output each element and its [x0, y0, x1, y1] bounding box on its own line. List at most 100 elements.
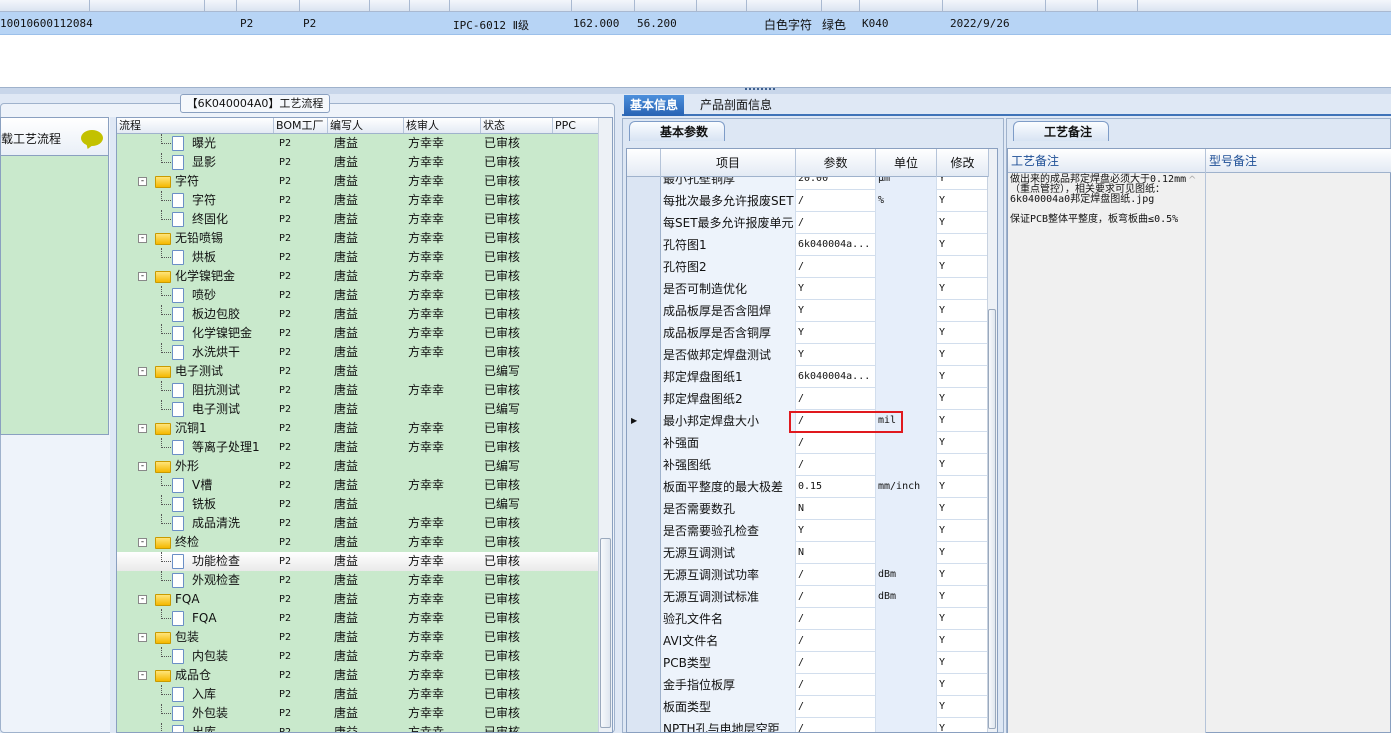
tree-leaf-row[interactable]: 功能检查 P2 唐益 方幸幸 已审核	[117, 552, 599, 571]
param-value[interactable]: /	[796, 696, 876, 718]
row-header[interactable]	[627, 718, 661, 732]
tree-folder-row[interactable]: - FQA P2 唐益 方幸幸 已审核	[117, 590, 599, 609]
param-value[interactable]: /	[796, 564, 876, 586]
row-header[interactable]	[627, 432, 661, 454]
param-editable[interactable]: Y	[937, 234, 989, 256]
row-header[interactable]	[627, 608, 661, 630]
param-unit[interactable]: %	[876, 190, 937, 212]
param-unit[interactable]	[876, 718, 937, 732]
param-value[interactable]: /	[796, 388, 876, 410]
collapse-icon[interactable]: -	[138, 595, 147, 604]
row-header[interactable]	[627, 344, 661, 366]
speech-bubble-icon[interactable]	[81, 130, 103, 146]
param-row[interactable]: 每SET最多允许报废单元 / Y	[627, 212, 989, 234]
tree-leaf-row[interactable]: V槽 P2 唐益 方幸幸 已审核	[117, 476, 599, 495]
param-row[interactable]: NPTH孔与电地层空距 / Y	[627, 718, 989, 732]
col-bom-factory[interactable]: BOM工厂	[274, 118, 328, 133]
param-row[interactable]: 孔符图1 6k040004a... Y	[627, 234, 989, 256]
tree-leaf-row[interactable]: 铣板 P2 唐益 已编写	[117, 495, 599, 514]
param-unit[interactable]	[876, 608, 937, 630]
row-header[interactable]	[627, 190, 661, 212]
tree-leaf-row[interactable]: 外观检查 P2 唐益 方幸幸 已审核	[117, 571, 599, 590]
param-unit[interactable]	[876, 300, 937, 322]
param-value[interactable]: N	[796, 498, 876, 520]
row-header[interactable]	[627, 498, 661, 520]
param-value[interactable]: Y	[796, 300, 876, 322]
param-editable[interactable]: Y	[937, 498, 989, 520]
col-edit[interactable]: 修改	[937, 149, 989, 177]
row-header[interactable]	[627, 278, 661, 300]
tree-folder-row[interactable]: - 外形 P2 唐益 已编写	[117, 457, 599, 476]
param-unit[interactable]	[876, 520, 937, 542]
param-editable[interactable]: Y	[937, 300, 989, 322]
param-editable[interactable]: Y	[937, 630, 989, 652]
collapse-icon[interactable]: -	[138, 272, 147, 281]
collapse-icon[interactable]: -	[138, 177, 147, 186]
tree-folder-row[interactable]: - 无铅喷锡 P2 唐益 方幸幸 已审核	[117, 229, 599, 248]
params-scroll-thumb[interactable]	[988, 309, 996, 729]
param-unit[interactable]	[876, 344, 937, 366]
row-header[interactable]	[627, 366, 661, 388]
param-row[interactable]: PCB类型 / Y	[627, 652, 989, 674]
param-value[interactable]: /	[796, 718, 876, 732]
tab-process-remarks[interactable]: 工艺备注	[1013, 121, 1110, 141]
tree-leaf-row[interactable]: 喷砂 P2 唐益 方幸幸 已审核	[117, 286, 599, 305]
param-row[interactable]: 是否需要验孔检查 Y Y	[627, 520, 989, 542]
param-editable[interactable]: Y	[937, 410, 989, 432]
row-header[interactable]	[627, 674, 661, 696]
tree-leaf-row[interactable]: 电子测试 P2 唐益 已编写	[117, 400, 599, 419]
param-row[interactable]: 成品板厚是否含铜厚 Y Y	[627, 322, 989, 344]
order-row-selected[interactable]: 10010600112084 P2 P2 IPC-6012 Ⅱ级 162.000…	[0, 12, 1391, 35]
param-editable[interactable]: Y	[937, 652, 989, 674]
row-header[interactable]	[627, 652, 661, 674]
param-value[interactable]: Y	[796, 520, 876, 542]
param-editable[interactable]: Y	[937, 586, 989, 608]
param-value[interactable]: 6k040004a...	[796, 366, 876, 388]
row-header[interactable]	[627, 564, 661, 586]
param-row[interactable]: 邦定焊盘图纸2/ Y	[627, 388, 989, 410]
row-header[interactable]	[627, 256, 661, 278]
param-unit[interactable]	[876, 278, 937, 300]
tree-leaf-row[interactable]: 等离子处理1 P2 唐益 方幸幸 已审核	[117, 438, 599, 457]
param-row[interactable]: 无源互调测试 N Y	[627, 542, 989, 564]
param-row[interactable]: 每批次最多允许报废SET /% Y	[627, 190, 989, 212]
params-scrollbar[interactable]	[987, 149, 997, 732]
param-row[interactable]: 孔符图2/ Y	[627, 256, 989, 278]
tree-leaf-row[interactable]: 板边包胶 P2 唐益 方幸幸 已审核	[117, 305, 599, 324]
param-row[interactable]: 是否需要数孔 N Y	[627, 498, 989, 520]
col-process-note[interactable]: 工艺备注	[1008, 149, 1206, 173]
row-header[interactable]	[627, 696, 661, 718]
param-value[interactable]: Y	[796, 278, 876, 300]
param-unit[interactable]	[876, 454, 937, 476]
param-editable[interactable]: Y	[937, 454, 989, 476]
param-editable[interactable]: Y	[937, 366, 989, 388]
param-row[interactable]: 补强面 / Y	[627, 432, 989, 454]
row-header[interactable]	[627, 212, 661, 234]
col-item[interactable]: 项目	[661, 149, 796, 177]
tree-folder-row[interactable]: - 沉铜1 P2 唐益 方幸幸 已审核	[117, 419, 599, 438]
row-header[interactable]	[627, 322, 661, 344]
param-row[interactable]: 金手指位板厚 / Y	[627, 674, 989, 696]
param-unit[interactable]	[876, 366, 937, 388]
param-value[interactable]: N	[796, 542, 876, 564]
param-editable[interactable]: Y	[937, 696, 989, 718]
tree-leaf-row[interactable]: 烘板 P2 唐益 方幸幸 已审核	[117, 248, 599, 267]
row-header[interactable]	[627, 300, 661, 322]
tree-folder-row[interactable]: - 成品仓 P2 唐益 方幸幸 已审核	[117, 666, 599, 685]
row-header[interactable]	[627, 586, 661, 608]
param-unit[interactable]	[876, 696, 937, 718]
param-row[interactable]: 无源互调测试功率 / dBm Y	[627, 564, 989, 586]
param-editable[interactable]: Y	[937, 388, 989, 410]
row-header[interactable]	[627, 454, 661, 476]
tree-folder-row[interactable]: - 字符 P2 唐益 方幸幸 已审核	[117, 172, 599, 191]
param-row[interactable]: 无源互调测试标准 / dBm Y	[627, 586, 989, 608]
param-editable[interactable]: Y	[937, 608, 989, 630]
collapse-icon[interactable]: -	[138, 633, 147, 642]
param-unit[interactable]: dBm	[876, 586, 937, 608]
param-unit[interactable]	[876, 542, 937, 564]
splitter-grip[interactable]	[745, 88, 775, 92]
param-editable[interactable]: Y	[937, 542, 989, 564]
param-value[interactable]: /	[796, 608, 876, 630]
param-unit[interactable]	[876, 674, 937, 696]
row-header[interactable]: ▶	[627, 410, 661, 432]
